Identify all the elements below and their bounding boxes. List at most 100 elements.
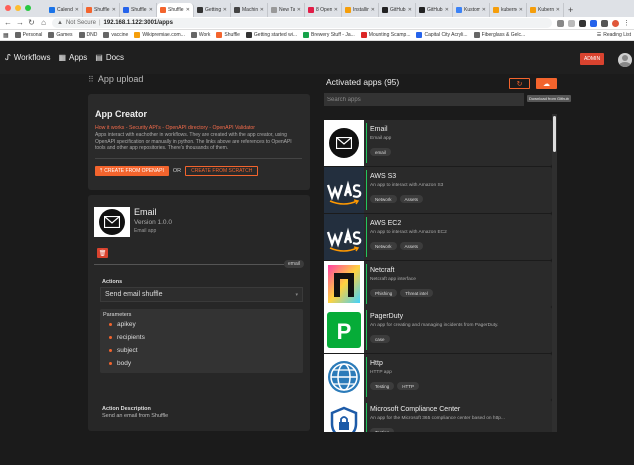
browser-tab[interactable]: Shuffle ✕ bbox=[120, 3, 157, 17]
app-tag[interactable]: Network bbox=[370, 195, 397, 203]
close-icon[interactable]: ✕ bbox=[260, 7, 264, 13]
nav-docs[interactable]: ▤ Docs bbox=[95, 53, 124, 62]
app-list-item[interactable]: AWS EC2 An app to interact with Amazon EC… bbox=[324, 214, 552, 260]
browser-tab[interactable]: kuberne✕ bbox=[490, 3, 527, 17]
bookmark-item[interactable]: vaccine bbox=[103, 32, 128, 38]
app-tag[interactable]: Testing bbox=[370, 382, 395, 390]
delete-app-button[interactable]: 🗑 bbox=[97, 248, 108, 258]
browser-tab[interactable]: 8 Open ✕ bbox=[305, 3, 342, 17]
close-icon[interactable]: ✕ bbox=[556, 7, 560, 13]
forward-icon[interactable]: → bbox=[16, 18, 24, 28]
app-tag[interactable]: Assets bbox=[399, 242, 424, 250]
bookmark-icon bbox=[48, 32, 55, 38]
search-apps-input[interactable] bbox=[324, 93, 524, 106]
app-tag[interactable]: Threat intel bbox=[400, 289, 433, 297]
nav-workflows[interactable]: ᔑ Workflows bbox=[5, 53, 50, 62]
url-field[interactable]: ▲ Not Secure | 192.168.1.122:3001/apps bbox=[52, 18, 552, 28]
bookmark-item[interactable]: Wikipremiae.com... bbox=[134, 32, 185, 38]
app-list-item[interactable]: Microsoft Compliance Center An app for th… bbox=[324, 400, 552, 432]
close-window-button[interactable] bbox=[5, 5, 11, 11]
close-icon[interactable]: ✕ bbox=[223, 7, 227, 13]
create-from-scratch-button[interactable]: CREATE FROM SCRATCH bbox=[185, 165, 259, 176]
key-icon[interactable] bbox=[557, 19, 564, 27]
profile-icon[interactable] bbox=[612, 19, 619, 27]
browser-tab[interactable]: Kuberne✕ bbox=[527, 3, 564, 17]
bookmark-item[interactable]: Games bbox=[48, 32, 73, 38]
close-icon[interactable]: ✕ bbox=[334, 7, 338, 13]
create-from-openapi-button[interactable]: ⤒ CREATE FROM OPENAPI bbox=[95, 165, 169, 176]
browser-tab[interactable]: New Tab✕ bbox=[268, 3, 305, 17]
extension-icon[interactable] bbox=[590, 19, 597, 27]
maximize-window-button[interactable] bbox=[25, 5, 31, 11]
browser-tab[interactable]: GitHub ✕ bbox=[379, 3, 416, 17]
parameter-item[interactable]: apikey bbox=[103, 318, 300, 331]
download-from-github-button[interactable]: ☁ bbox=[536, 78, 557, 89]
app-list-item[interactable]: Netcraft Netcraft app interface Phishing Th… bbox=[324, 261, 552, 307]
app-tag[interactable]: email bbox=[370, 148, 391, 156]
apps-grid-icon[interactable]: ▦ bbox=[3, 32, 9, 39]
close-icon[interactable]: ✕ bbox=[75, 7, 79, 13]
bookmark-item[interactable]: Mounting Scamp... bbox=[360, 32, 410, 38]
refresh-button[interactable]: ↻ bbox=[509, 78, 530, 89]
extension-icon[interactable] bbox=[579, 19, 586, 27]
tab-label: Calendar bbox=[57, 7, 73, 13]
close-icon[interactable]: ✕ bbox=[445, 7, 449, 13]
or-label: OR bbox=[172, 167, 182, 174]
app-list-item[interactable]: Email Email app email bbox=[324, 120, 552, 166]
nav-apps[interactable]: ▦ Apps bbox=[58, 53, 87, 62]
extension-icons: ⋮ bbox=[557, 19, 630, 27]
minimize-window-button[interactable] bbox=[15, 5, 21, 11]
app-tag[interactable]: Testing bbox=[370, 428, 395, 432]
tab-label: GitHub bbox=[427, 7, 443, 13]
close-icon[interactable]: ✕ bbox=[112, 7, 116, 13]
action-select[interactable]: Send email shuffle ▾ bbox=[100, 287, 303, 302]
tab-label: Machine bbox=[242, 7, 258, 13]
app-list-item[interactable]: AWS S3 An app to interact with Amazon S3 N… bbox=[324, 167, 552, 213]
browser-tab[interactable]: Installin ✕ bbox=[342, 3, 379, 17]
browser-tab[interactable]: GitHub ✕ bbox=[416, 3, 453, 17]
app-tag[interactable]: HTTP bbox=[397, 382, 420, 390]
app-list-item[interactable]: Http HTTP app Testing HTTP bbox=[324, 354, 552, 400]
bookmark-item[interactable]: Fiberglass & Gelc... bbox=[473, 32, 525, 38]
bookmark-item[interactable]: Capital City Acryli... bbox=[416, 32, 468, 38]
close-icon[interactable]: ✕ bbox=[149, 7, 153, 13]
bookmark-item[interactable]: Shuffle bbox=[216, 32, 240, 38]
browser-tab[interactable]: Machine✕ bbox=[231, 3, 268, 17]
browser-tab[interactable]: Getting ✕ bbox=[194, 3, 231, 17]
close-icon[interactable]: ✕ bbox=[186, 7, 190, 13]
bookmark-item[interactable]: Work bbox=[190, 32, 210, 38]
menu-icon[interactable]: ⋮ bbox=[623, 19, 630, 27]
bookmark-item[interactable]: Getting started wi... bbox=[245, 32, 297, 38]
close-icon[interactable]: ✕ bbox=[408, 7, 412, 13]
admin-button[interactable]: ADMIN bbox=[580, 53, 604, 65]
app-tag[interactable]: Network bbox=[370, 242, 397, 250]
parameter-item[interactable]: recipients bbox=[103, 331, 300, 344]
back-icon[interactable]: ← bbox=[4, 18, 12, 28]
creator-links[interactable]: How it works - Security API's - OpenAPI … bbox=[95, 125, 302, 131]
app-list-item[interactable]: P PagerDuty An app for creating and managi… bbox=[324, 307, 552, 353]
browser-tab[interactable]: Shuffle ✕ bbox=[83, 3, 120, 17]
parameter-item[interactable]: body bbox=[103, 357, 300, 370]
avatar[interactable] bbox=[618, 53, 632, 67]
app-tag[interactable]: case bbox=[370, 335, 390, 343]
bookmark-item[interactable]: DND bbox=[78, 32, 97, 38]
new-tab-button[interactable]: + bbox=[564, 3, 577, 17]
home-icon[interactable]: ⌂ bbox=[40, 18, 47, 28]
parameter-item[interactable]: subject bbox=[103, 344, 300, 357]
app-tag[interactable]: Assets bbox=[399, 195, 424, 203]
close-icon[interactable]: ✕ bbox=[519, 7, 523, 13]
browser-tab[interactable]: Shuffle ✕ bbox=[157, 3, 194, 17]
puzzle-icon[interactable] bbox=[601, 19, 608, 27]
close-icon[interactable]: ✕ bbox=[482, 7, 486, 13]
bookmark-item[interactable]: Personal bbox=[14, 32, 42, 38]
star-icon[interactable] bbox=[568, 19, 575, 27]
browser-tab[interactable]: Calendar✕ bbox=[46, 3, 83, 17]
browser-tab[interactable]: Kustom ✕ bbox=[453, 3, 490, 17]
reading-list[interactable]: ☰ Reading List bbox=[597, 32, 631, 38]
window-controls bbox=[5, 5, 31, 11]
reload-icon[interactable]: ↻ bbox=[28, 18, 35, 28]
close-icon[interactable]: ✕ bbox=[297, 7, 301, 13]
close-icon[interactable]: ✕ bbox=[371, 7, 375, 13]
bookmark-item[interactable]: Brewery Stuff - Ja... bbox=[302, 32, 355, 38]
app-tag[interactable]: Phishing bbox=[370, 289, 398, 297]
